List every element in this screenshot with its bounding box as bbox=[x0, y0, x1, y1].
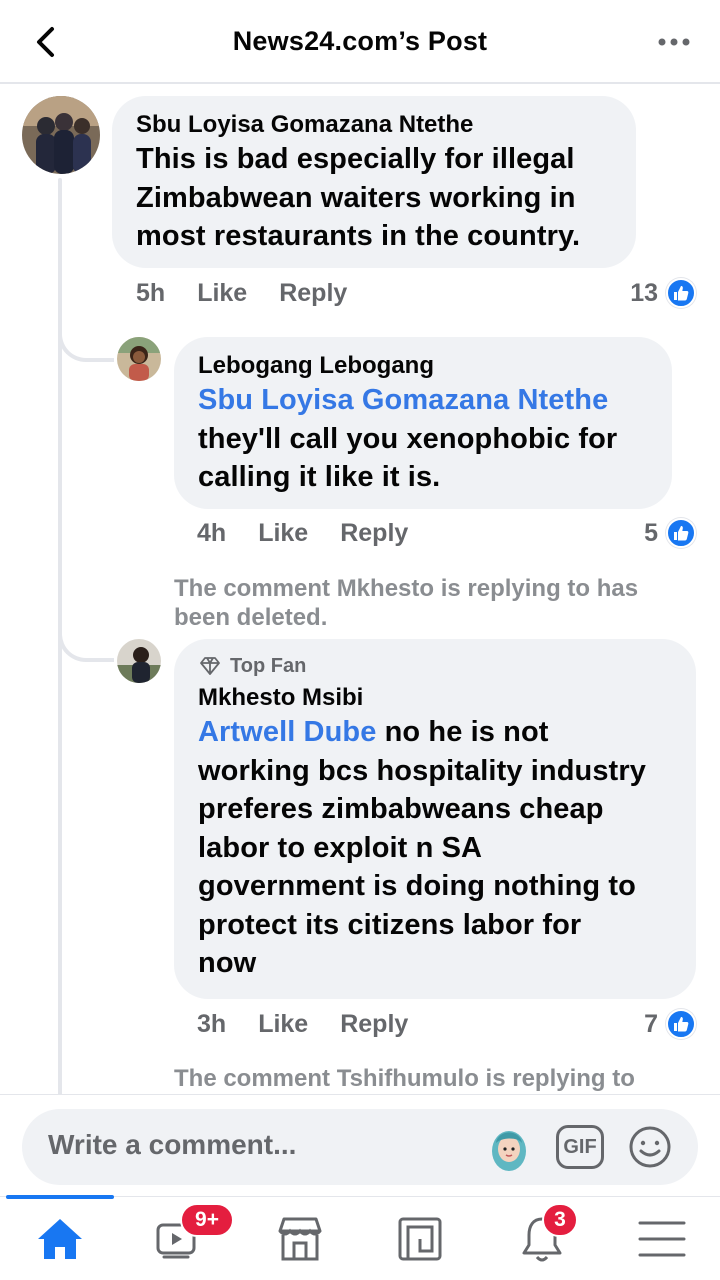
news-feed-icon[interactable] bbox=[392, 1211, 448, 1267]
comment-author[interactable]: Sbu Loyisa Gomazana Ntethe bbox=[136, 110, 612, 140]
comment-author[interactable]: Mkhesto Msibi bbox=[198, 683, 672, 713]
video-badge: 9+ bbox=[180, 1203, 234, 1237]
mention-link[interactable]: Artwell Dube bbox=[198, 716, 376, 748]
thread-branch bbox=[58, 626, 114, 662]
like-count: 5 bbox=[644, 518, 658, 547]
more-options-icon[interactable] bbox=[656, 28, 692, 56]
avatar-sticker-icon[interactable] bbox=[488, 1121, 530, 1173]
comment-composer: Write a comment... GIF bbox=[0, 1094, 720, 1198]
reaction-count[interactable]: 7 bbox=[644, 1008, 696, 1040]
avatar[interactable] bbox=[117, 639, 161, 683]
comment-text: Artwell Dube no he is not working bcs ho… bbox=[198, 716, 646, 979]
emoji-icon[interactable] bbox=[628, 1125, 672, 1169]
like-count: 7 bbox=[644, 1009, 658, 1038]
gif-button[interactable]: GIF bbox=[556, 1125, 604, 1169]
avatar[interactable] bbox=[117, 337, 161, 381]
reply-button[interactable]: Reply bbox=[279, 279, 347, 307]
thumbs-up-icon bbox=[666, 278, 696, 308]
comment-placeholder: Write a comment... bbox=[48, 1129, 297, 1160]
active-tab-indicator bbox=[6, 1195, 114, 1199]
deleted-comment-notice: The comment Tshifhumulo is replying to bbox=[174, 1065, 635, 1092]
marketplace-icon[interactable] bbox=[272, 1211, 328, 1267]
post-header: News24.com’s Post bbox=[0, 0, 720, 84]
thumbs-up-icon bbox=[666, 1009, 696, 1039]
reaction-count[interactable]: 5 bbox=[644, 517, 696, 549]
thread-branch bbox=[58, 326, 114, 362]
comment-text: This is bad especially for illegal Zimba… bbox=[136, 143, 581, 252]
comment-time: 3h bbox=[197, 1010, 227, 1038]
reaction-count[interactable]: 13 bbox=[630, 277, 696, 309]
avatar[interactable] bbox=[22, 96, 100, 174]
thumbs-up-icon bbox=[666, 518, 696, 548]
comment-text: Sbu Loyisa Gomazana Ntethe they'll call … bbox=[198, 381, 648, 497]
comment-author[interactable]: Lebogang Lebogang bbox=[198, 351, 648, 381]
like-button[interactable]: Like bbox=[258, 1010, 308, 1038]
comment-input[interactable]: Write a comment... GIF bbox=[22, 1109, 698, 1185]
mention-link[interactable]: Sbu Loyisa Gomazana Ntethe bbox=[198, 381, 648, 420]
like-count: 13 bbox=[630, 278, 658, 307]
menu-icon[interactable] bbox=[634, 1211, 690, 1267]
comment-bubble[interactable]: Lebogang Lebogang Sbu Loyisa Gomazana Nt… bbox=[174, 337, 672, 509]
comment-bubble[interactable]: Top Fan Mkhesto Msibi Artwell Dube no he… bbox=[174, 639, 696, 999]
page-title: News24.com’s Post bbox=[232, 26, 488, 56]
like-button[interactable]: Like bbox=[258, 519, 308, 547]
deleted-comment-notice: The comment Mkhesto is replying to has b… bbox=[174, 575, 639, 631]
comment-bubble[interactable]: Sbu Loyisa Gomazana Ntethe This is bad e… bbox=[112, 96, 636, 268]
home-icon[interactable] bbox=[32, 1211, 88, 1267]
reply-button[interactable]: Reply bbox=[340, 1010, 408, 1038]
notifications-badge: 3 bbox=[542, 1203, 578, 1237]
comment-actions: 5h Like Reply bbox=[136, 277, 379, 309]
comment-actions: 3h Like Reply bbox=[197, 1008, 440, 1040]
top-fan-badge: Top Fan bbox=[198, 653, 672, 679]
like-button[interactable]: Like bbox=[197, 279, 247, 307]
comment-time: 5h bbox=[136, 279, 166, 307]
comment-actions: 4h Like Reply bbox=[197, 517, 440, 549]
reply-button[interactable]: Reply bbox=[340, 519, 408, 547]
comment-time: 4h bbox=[197, 519, 227, 547]
bottom-navigation: 9+ 3 bbox=[0, 1195, 720, 1280]
diamond-icon bbox=[200, 657, 220, 675]
